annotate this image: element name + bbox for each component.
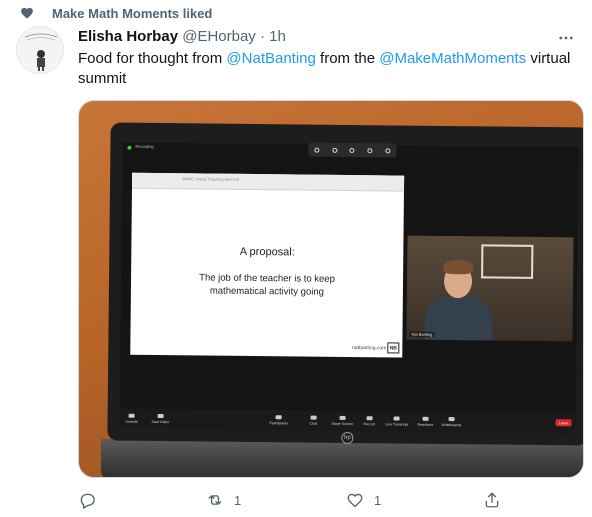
like-count: 1 [374,492,382,508]
reply-button[interactable] [78,490,106,510]
video-icon [157,413,164,419]
mention-link[interactable]: @MakeMathMoments [379,50,526,67]
control-label: Participants [269,421,288,426]
control-reactions: Reactions [417,416,434,427]
zoom-screen: Recording SMME Virtual Teaching Moment A… [119,142,579,434]
shared-slide: SMME Virtual Teaching Moment A proposal:… [130,172,405,358]
control-label: Unmute [125,419,138,424]
tweet-text: Food for thought from @NatBanting from t… [78,49,578,89]
laptop: Recording SMME Virtual Teaching Moment A… [107,122,583,446]
slide-body: The job of the teacher is to keep mathem… [199,272,335,298]
recording-dot [127,145,132,150]
like-button[interactable]: 1 [346,490,381,510]
zoom-controls-bar: Unmute Start Video Participants Chat Sha… [119,408,576,434]
social-context[interactable]: Make Math Moments liked [21,5,213,21]
more-button[interactable] [556,28,576,48]
control-label: Record [363,422,375,427]
share-button[interactable] [483,490,501,510]
control-live-transcript: Live Transcript [385,416,409,427]
control-record: Record [364,416,375,426]
slide-heading: A proposal: [239,245,295,259]
tweet-media-photo[interactable]: Recording SMME Virtual Teaching Moment A… [78,100,584,478]
display-name[interactable]: Elisha Horbay [78,28,178,45]
person-hair [443,259,474,275]
share-screen-icon [339,415,346,420]
user-handle[interactable]: @EHorbay [182,28,256,45]
control-label: Start Video [151,419,169,425]
participant-name: Nat Banting [409,331,435,337]
control-unmute: Unmute [125,413,138,424]
control-label: Share Screen [331,421,353,427]
mention-link[interactable]: @NatBanting [226,50,315,67]
share-toolbar-icon [367,147,373,153]
background-shelf [481,244,534,279]
slide-logo: NB [387,342,400,354]
share-toolbar-icon [385,147,391,153]
control-label: Whiteboards [441,422,462,428]
hp-logo: hp [341,431,354,445]
social-context-label: Make Math Moments liked [52,5,213,21]
retweet-count: 1 [234,492,242,508]
control-start-video: Start Video [151,413,169,425]
share-toolbar-icon [332,147,338,153]
control-whiteboards: Whiteboards [442,417,462,427]
control-label: Live Transcript [385,422,409,427]
laptop-base [101,439,583,477]
control-participants: Participants [270,415,288,425]
zoom-top-bar: Recording [122,142,578,160]
heart-icon [21,7,33,19]
avatar-image [17,27,63,73]
participant-video: Nat Banting [406,235,574,342]
share-toolbar-icon [349,147,355,153]
more-icon [559,36,573,40]
tweet-text-part: from the [315,50,380,67]
share-toolbar-icon [314,147,320,153]
share-icon [485,492,499,508]
separator-dot: · [259,28,265,45]
person-body [424,295,493,342]
chat-icon [310,415,317,420]
screen-share-toolbar [308,142,397,158]
mic-icon [128,413,135,418]
tweet-time[interactable]: 1h [269,28,286,45]
whiteboard-icon [448,417,455,422]
transcript-icon [393,416,400,421]
avatar[interactable] [16,26,64,74]
retweet-icon [208,495,222,505]
leave-button: Leave [555,419,572,427]
retweet-button[interactable]: 1 [206,490,241,510]
record-icon [366,416,373,421]
reactions-icon [422,416,429,421]
reply-icon [80,493,95,509]
participants-icon [275,415,282,420]
slide-titlebar: SMME Virtual Teaching Moment [131,172,405,192]
control-label: Chat [309,421,317,426]
slide-titlebar-text: SMME Virtual Teaching Moment [182,176,240,182]
tweet-text-part: Food for thought from [78,50,227,67]
tweet-header: Elisha Horbay @EHorbay · 1h [78,27,552,47]
recording-label: Recording [135,143,154,149]
slide-footer: natbanting.com [352,345,387,352]
control-share-screen: Share Screen [331,415,354,427]
like-icon [347,493,363,508]
control-label: Reactions [417,422,434,427]
control-chat: Chat [309,415,318,426]
tweet-actions: 1 1 [78,490,584,510]
